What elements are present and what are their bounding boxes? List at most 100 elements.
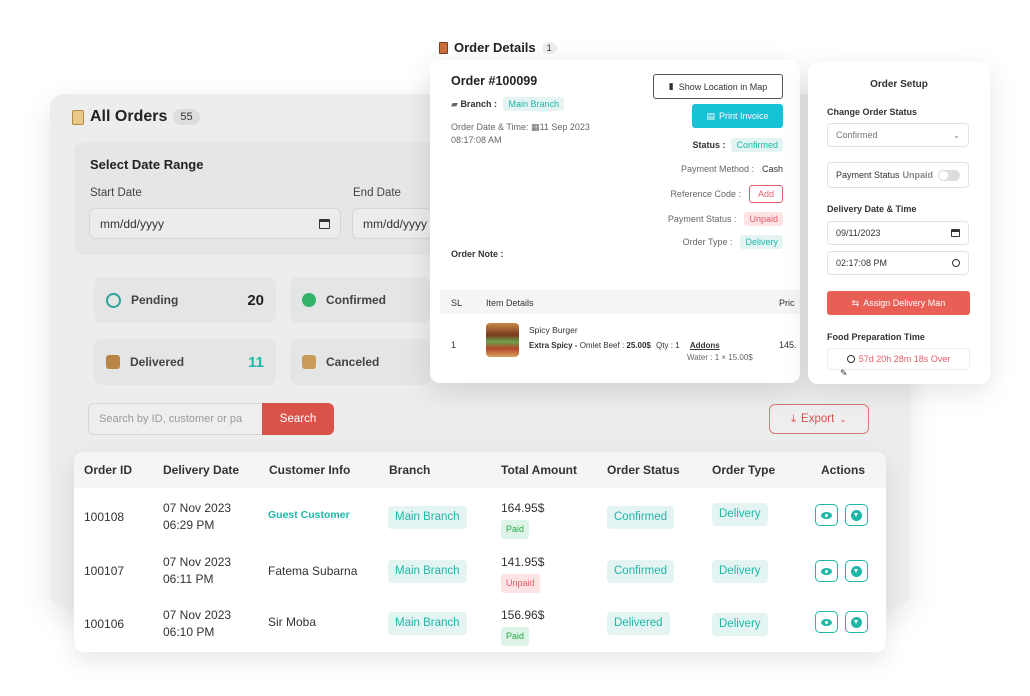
payment-status-row: Payment Status : Unpaid — [668, 212, 783, 226]
addons-label: Addons — [689, 341, 720, 350]
th-order-status: Order Status — [607, 463, 680, 477]
status-row: Status : Confirmed — [692, 138, 783, 152]
order-status-select[interactable]: Confirmed ⌄ — [827, 123, 969, 147]
order-setup-card: Order Setup Change Order Status Confirme… — [808, 62, 990, 384]
table-row[interactable]: 100108 07 Nov 2023 06:29 PM Guest Custom… — [74, 491, 886, 545]
order-status-chip: Confirmed — [607, 560, 675, 583]
payment-status-toggle-row: Payment Status Unpaid — [827, 162, 969, 188]
download-invoice-button[interactable] — [845, 611, 868, 633]
status-value: Confirmed — [731, 138, 783, 152]
view-button[interactable] — [815, 560, 838, 582]
stat-label-confirmed: Confirmed — [326, 293, 386, 307]
download-invoice-button[interactable] — [845, 504, 868, 526]
food-prep-time-label: Food Preparation Time — [827, 332, 925, 342]
customer-info[interactable]: Fatema Subarna — [268, 563, 357, 580]
order-date-label: Order Date & Time: — [451, 122, 529, 132]
stat-card-confirmed[interactable]: Confirmed — [290, 277, 430, 323]
delivery-date-time-label: Delivery Date & Time — [827, 204, 917, 214]
end-date-placeholder: mm/dd/yyyy — [363, 216, 428, 231]
order-id[interactable]: 100108 — [84, 509, 124, 526]
order-type-row: Order Type : Delivery — [683, 235, 783, 249]
table-row[interactable]: 100107 07 Nov 2023 06:11 PM Fatema Subar… — [74, 545, 886, 599]
chevron-down-icon: ⌄ — [953, 130, 960, 140]
payment-badge: Paid — [501, 520, 530, 539]
calendar-icon[interactable] — [319, 218, 330, 229]
clipboard-icon — [439, 41, 448, 54]
stat-card-pending[interactable]: Pending 20 — [94, 277, 276, 323]
add-reference-button[interactable]: Add — [748, 185, 783, 203]
stat-count-pending: 20 — [247, 291, 264, 309]
th-actions: Actions — [821, 463, 866, 477]
search-input[interactable]: Search by ID, customer or pa — [88, 403, 263, 435]
view-button[interactable] — [815, 611, 838, 633]
timer-icon — [846, 355, 855, 363]
order-note-label: Order Note : — [451, 249, 504, 259]
search-button[interactable]: Search — [262, 403, 334, 435]
download-invoice-button[interactable] — [845, 560, 868, 582]
change-status-label: Change Order Status — [827, 107, 918, 117]
food-prep-time-value: 57d 20h 28m 18s Over — [858, 354, 951, 364]
download-icon: ⤓ — [791, 412, 797, 425]
customer-info[interactable]: Guest Customer — [268, 507, 350, 524]
date-range-title: Select Date Range — [90, 157, 204, 172]
download-icon — [851, 509, 862, 521]
canceled-box-icon — [302, 355, 316, 369]
item-option: Omlet Beef : — [579, 341, 625, 350]
stat-card-canceled[interactable]: Canceled — [290, 339, 430, 385]
map-icon: ▮ — [668, 81, 674, 91]
start-date-input[interactable]: mm/dd/yyyy — [89, 208, 341, 239]
end-date-input[interactable]: mm/dd/yyyy — [352, 208, 432, 239]
delivery-date-input[interactable]: 09/11/2023 — [827, 221, 969, 245]
delivery-date: 07 Nov 2023 — [163, 501, 232, 515]
total-amount: 164.95$ — [501, 501, 545, 515]
addon-item: Water : 1 × 15.00$ — [687, 353, 753, 362]
clock-icon — [952, 259, 960, 267]
show-location-button[interactable]: ▮ Show Location in Map — [653, 74, 783, 99]
reference-code-row: Reference Code : Add — [670, 185, 783, 203]
branch-chip: Main Branch — [388, 506, 467, 529]
page-title: All Orders — [90, 108, 168, 125]
order-id[interactable]: 100107 — [84, 563, 124, 580]
branch-label: Branch : — [460, 99, 497, 109]
order-status-chip: Delivered — [607, 612, 670, 635]
stat-card-delivered[interactable]: Delivered 11 — [94, 339, 276, 385]
pending-icon — [106, 292, 121, 308]
payment-status-toggle[interactable] — [938, 169, 960, 181]
chevron-down-icon: ⌄ — [839, 413, 847, 424]
items-th-item: Item Details — [486, 298, 534, 308]
payment-status-value: Unpaid — [744, 212, 783, 226]
table-header: Order ID Delivery Date Customer Info Bra… — [74, 452, 886, 488]
start-date-label: Start Date — [90, 187, 142, 199]
items-th-price: Pric — [779, 298, 795, 308]
delivery-date: 07 Nov 2023 — [163, 555, 232, 569]
customer-info[interactable]: Sir Moba — [268, 614, 316, 631]
view-button[interactable] — [815, 504, 838, 526]
item-variation: Extra Spicy - — [529, 341, 578, 350]
order-status-select-value: Confirmed — [836, 130, 878, 140]
th-total-amount: Total Amount — [501, 463, 577, 477]
assign-delivery-man-button[interactable]: ⇆ Assign Delivery Man — [827, 291, 970, 315]
item-sl: 1 — [451, 340, 457, 350]
th-order-id: Order ID — [84, 463, 133, 477]
package-icon — [106, 355, 120, 369]
eye-icon — [821, 618, 832, 626]
delivery-time-input[interactable]: 02:17:08 PM — [827, 251, 969, 275]
total-amount: 141.95$ — [501, 555, 545, 569]
order-details-heading: Order Details 1 — [439, 40, 557, 55]
item-option-price: 25.00$ — [626, 341, 651, 350]
food-prep-time-display: 57d 20h 28m 18s Over — [827, 348, 970, 370]
check-circle-icon — [302, 293, 316, 307]
order-id[interactable]: 100106 — [84, 616, 124, 633]
items-th-sl: SL — [451, 298, 463, 308]
export-button[interactable]: ⤓ Export ⌄ — [769, 404, 869, 434]
eye-icon — [821, 567, 832, 575]
assign-delivery-man-label: Assign Delivery Man — [863, 298, 946, 308]
branch-chip: Main Branch — [388, 612, 467, 635]
print-invoice-button[interactable]: ▤ Print Invoice — [692, 104, 783, 128]
eye-icon — [821, 511, 832, 519]
order-type-value: Delivery — [740, 235, 783, 249]
table-row[interactable]: 100106 07 Nov 2023 06:10 PM Sir Moba Mai… — [74, 598, 886, 652]
edit-pencil-icon[interactable]: ✎ — [840, 368, 848, 379]
item-name[interactable]: Spicy Burger — [529, 325, 578, 335]
th-delivery-date: Delivery Date — [163, 463, 240, 477]
